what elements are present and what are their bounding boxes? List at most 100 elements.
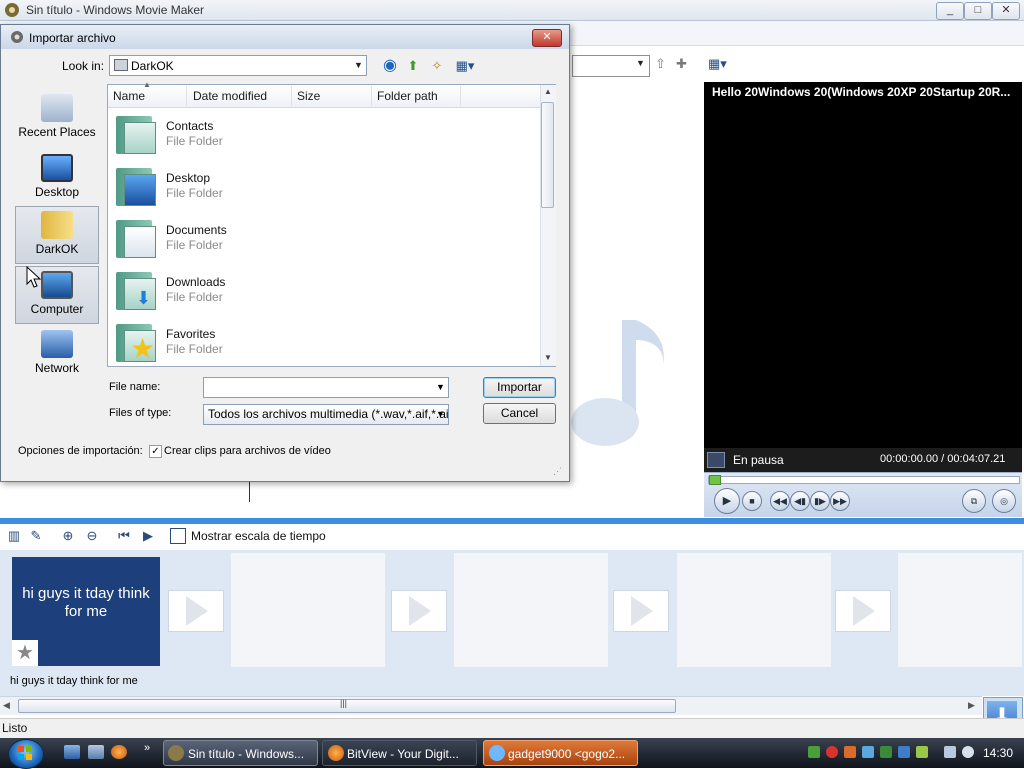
- empty-clip-slot[interactable]: [454, 553, 608, 667]
- firefox-icon: [328, 745, 344, 761]
- step-forward-icon[interactable]: ▮▶: [810, 491, 830, 511]
- list-item-name[interactable]: Favorites: [166, 327, 215, 341]
- import-button[interactable]: Importar: [483, 377, 556, 398]
- tray-network-icon[interactable]: [808, 746, 820, 758]
- places-desktop[interactable]: Desktop: [15, 150, 99, 208]
- places-label: Computer: [30, 302, 84, 316]
- show-timeline-button[interactable]: Mostrar escala de tiempo: [191, 529, 326, 543]
- scrollbar-thumb[interactable]: [541, 102, 554, 208]
- tray-app-icon[interactable]: [916, 746, 928, 758]
- list-item-name[interactable]: Downloads: [166, 275, 225, 289]
- close-button[interactable]: ✕: [992, 2, 1020, 20]
- new-folder-icon[interactable]: ✚: [676, 56, 692, 72]
- file-name-input[interactable]: [203, 377, 449, 398]
- tray-update-icon[interactable]: [844, 746, 856, 758]
- play-storyboard-icon[interactable]: ▶: [140, 528, 156, 544]
- mouse-cursor-icon: [26, 266, 42, 288]
- chevron-down-icon[interactable]: ▼: [436, 409, 445, 419]
- empty-clip-slot[interactable]: [898, 553, 1022, 667]
- list-item-type: File Folder: [166, 134, 223, 148]
- back-icon[interactable]: ◉: [381, 57, 399, 75]
- tray-volume-icon[interactable]: [962, 746, 974, 758]
- favorites-folder-icon[interactable]: ★: [114, 320, 158, 364]
- zoom-in-icon[interactable]: ⊕: [60, 528, 76, 544]
- preview-screen[interactable]: [704, 102, 1022, 448]
- rewind-storyboard-icon[interactable]: ⏮: [116, 528, 132, 544]
- chevron-down-icon[interactable]: ▼: [436, 382, 445, 392]
- column-separator[interactable]: [186, 86, 187, 106]
- up-folder-icon[interactable]: ⬆: [404, 57, 422, 75]
- snapshot-icon[interactable]: ◎: [992, 489, 1016, 513]
- documents-folder-icon[interactable]: [114, 216, 158, 260]
- new-folder-icon[interactable]: ✧: [428, 57, 446, 75]
- scroll-right-icon[interactable]: ▶: [968, 700, 975, 711]
- resize-grip-icon[interactable]: ⋰: [553, 466, 562, 477]
- narrate-icon[interactable]: ▥: [6, 528, 22, 544]
- stop-icon[interactable]: ■: [742, 491, 762, 511]
- desktop-folder-icon[interactable]: [114, 164, 158, 208]
- column-folder-path[interactable]: Folder path: [377, 89, 438, 103]
- empty-clip-slot[interactable]: [231, 553, 385, 667]
- up-one-level-icon[interactable]: ⇧: [655, 56, 671, 72]
- maximize-button[interactable]: □: [964, 2, 992, 20]
- column-size[interactable]: Size: [297, 89, 320, 103]
- previous-frame-icon[interactable]: ◀◀: [770, 491, 790, 511]
- places-label: Network: [34, 361, 79, 375]
- show-desktop-icon[interactable]: [64, 745, 80, 759]
- downloads-folder-icon[interactable]: ⬇: [114, 268, 158, 312]
- scroll-up-icon[interactable]: ▲: [544, 87, 552, 96]
- switch-windows-icon[interactable]: [88, 745, 104, 759]
- clip-thumbnail-text: hi guys it tday think for me: [22, 585, 150, 620]
- contacts-folder-icon[interactable]: [114, 112, 158, 156]
- seek-bar[interactable]: [708, 476, 1020, 484]
- create-clips-checkbox[interactable]: ✓: [149, 445, 162, 458]
- play-icon[interactable]: ▶: [714, 488, 740, 514]
- views-menu-icon[interactable]: ▦▾: [452, 57, 478, 75]
- tray-display-icon[interactable]: [898, 746, 910, 758]
- firefox-icon[interactable]: [111, 745, 127, 759]
- chevron-down-icon[interactable]: ▼: [354, 60, 363, 70]
- column-date-modified[interactable]: Date modified: [193, 89, 267, 103]
- taskbar-button-moviemaker[interactable]: Sin título - Windows...: [163, 740, 318, 766]
- transition-arrow-icon: [853, 596, 875, 626]
- preview-title: Hello 20Windows 20(Windows 20XP 20Startu…: [704, 82, 1022, 102]
- list-item-name[interactable]: Desktop: [166, 171, 210, 185]
- column-separator[interactable]: [291, 86, 292, 106]
- cancel-button[interactable]: Cancel: [483, 403, 556, 424]
- tray-security-alert-icon[interactable]: [826, 746, 838, 758]
- scroll-down-icon[interactable]: ▼: [544, 353, 552, 362]
- create-clips-label[interactable]: Crear clips para archivos de vídeo: [164, 445, 331, 457]
- places-recent[interactable]: Recent Places: [15, 90, 99, 148]
- dialog-title: Importar archivo: [29, 31, 116, 45]
- empty-clip-slot[interactable]: [677, 553, 831, 667]
- timeline-icon[interactable]: [170, 528, 186, 544]
- list-item-name[interactable]: Contacts: [166, 119, 213, 133]
- files-of-type-select[interactable]: Todos los archivos multimedia (*.wav,*.a…: [203, 404, 449, 425]
- monitor-icon: [707, 452, 725, 468]
- column-separator[interactable]: [371, 86, 372, 106]
- places-darkok[interactable]: DarkOK: [15, 206, 99, 264]
- audio-levels-icon[interactable]: ✎: [28, 528, 44, 544]
- column-separator[interactable]: [460, 86, 461, 106]
- next-frame-icon[interactable]: ▶▶: [830, 491, 850, 511]
- step-back-icon[interactable]: ◀▮: [790, 491, 810, 511]
- list-item-name[interactable]: Documents: [166, 223, 227, 237]
- tray-check-icon[interactable]: [880, 746, 892, 758]
- seek-thumb[interactable]: [709, 475, 721, 485]
- split-clip-icon[interactable]: ⧉: [962, 489, 986, 513]
- places-network[interactable]: Network: [15, 326, 99, 384]
- quick-launch-overflow-icon[interactable]: »: [144, 742, 150, 754]
- column-name[interactable]: Name: [113, 89, 145, 103]
- status-text: Listo: [2, 721, 28, 735]
- video-effects-star-icon[interactable]: ★: [12, 640, 38, 666]
- taskbar-button-bitview[interactable]: BitView - Your Digit...: [322, 740, 477, 766]
- tray-messenger-icon[interactable]: [862, 746, 874, 758]
- dialog-close-button[interactable]: ✕: [532, 29, 562, 47]
- minimize-button[interactable]: _: [936, 2, 964, 20]
- taskbar-button-gadget[interactable]: gadget9000 <gogo2...: [483, 740, 638, 766]
- scroll-left-icon[interactable]: ◀: [3, 700, 10, 711]
- taskbar-clock[interactable]: 14:30: [983, 746, 1013, 760]
- views-menu-icon[interactable]: ▦▾: [708, 56, 732, 72]
- zoom-out-icon[interactable]: ⊖: [84, 528, 100, 544]
- tray-connection-icon[interactable]: [944, 746, 956, 758]
